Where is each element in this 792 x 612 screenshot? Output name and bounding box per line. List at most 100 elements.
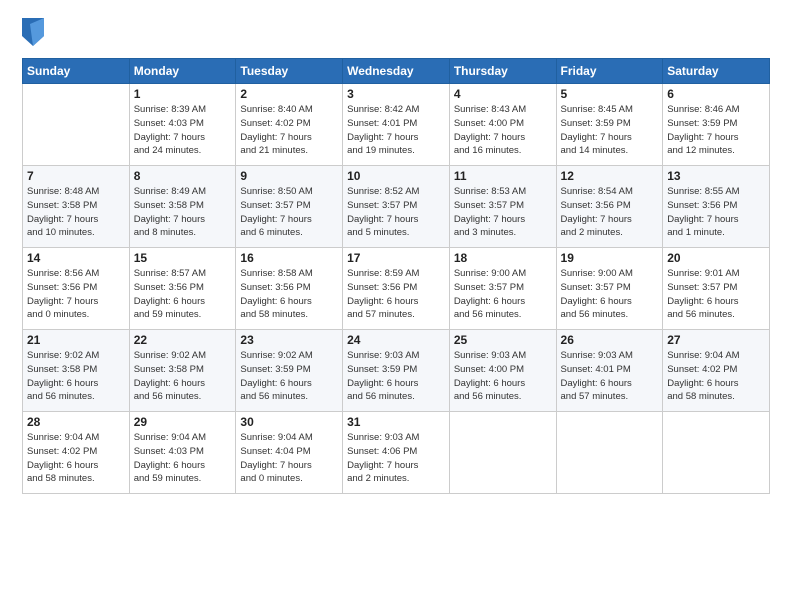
day-info: Sunrise: 9:04 AM Sunset: 4:02 PM Dayligh…	[27, 431, 125, 486]
calendar-cell: 30 Sunrise: 9:04 AM Sunset: 4:04 PM Dayli…	[236, 412, 343, 494]
day-number: 13	[667, 169, 765, 183]
week-row: 1 Sunrise: 8:39 AM Sunset: 4:03 PM Daylig…	[23, 84, 770, 166]
day-info: Sunrise: 9:03 AM Sunset: 4:00 PM Dayligh…	[454, 349, 552, 404]
weekday-header: Tuesday	[236, 59, 343, 84]
calendar-cell: 7 Sunrise: 8:48 AM Sunset: 3:58 PM Daylig…	[23, 166, 130, 248]
day-number: 30	[240, 415, 338, 429]
calendar-cell: 18 Sunrise: 9:00 AM Sunset: 3:57 PM Dayli…	[449, 248, 556, 330]
day-info: Sunrise: 9:04 AM Sunset: 4:04 PM Dayligh…	[240, 431, 338, 486]
day-number: 18	[454, 251, 552, 265]
calendar-cell: 8 Sunrise: 8:49 AM Sunset: 3:58 PM Daylig…	[129, 166, 236, 248]
day-number: 19	[561, 251, 659, 265]
day-info: Sunrise: 9:03 AM Sunset: 4:06 PM Dayligh…	[347, 431, 445, 486]
day-number: 20	[667, 251, 765, 265]
day-info: Sunrise: 9:02 AM Sunset: 3:58 PM Dayligh…	[134, 349, 232, 404]
weekday-header: Wednesday	[343, 59, 450, 84]
calendar-cell: 21 Sunrise: 9:02 AM Sunset: 3:58 PM Dayli…	[23, 330, 130, 412]
day-number: 23	[240, 333, 338, 347]
day-number: 4	[454, 87, 552, 101]
day-number: 8	[134, 169, 232, 183]
calendar-cell: 5 Sunrise: 8:45 AM Sunset: 3:59 PM Daylig…	[556, 84, 663, 166]
day-number: 29	[134, 415, 232, 429]
calendar-cell: 16 Sunrise: 8:58 AM Sunset: 3:56 PM Dayli…	[236, 248, 343, 330]
day-number: 24	[347, 333, 445, 347]
day-number: 2	[240, 87, 338, 101]
day-info: Sunrise: 8:54 AM Sunset: 3:56 PM Dayligh…	[561, 185, 659, 240]
calendar-cell: 19 Sunrise: 9:00 AM Sunset: 3:57 PM Dayli…	[556, 248, 663, 330]
day-info: Sunrise: 8:58 AM Sunset: 3:56 PM Dayligh…	[240, 267, 338, 322]
day-info: Sunrise: 8:56 AM Sunset: 3:56 PM Dayligh…	[27, 267, 125, 322]
day-number: 14	[27, 251, 125, 265]
calendar: SundayMondayTuesdayWednesdayThursdayFrid…	[22, 58, 770, 494]
day-number: 16	[240, 251, 338, 265]
calendar-cell: 12 Sunrise: 8:54 AM Sunset: 3:56 PM Dayli…	[556, 166, 663, 248]
weekday-header: Sunday	[23, 59, 130, 84]
day-number: 17	[347, 251, 445, 265]
calendar-cell: 24 Sunrise: 9:03 AM Sunset: 3:59 PM Dayli…	[343, 330, 450, 412]
calendar-cell: 25Sunrise: 9:03 AM Sunset: 4:00 PM Dayli…	[449, 330, 556, 412]
day-info: Sunrise: 8:55 AM Sunset: 3:56 PM Dayligh…	[667, 185, 765, 240]
week-row: 7 Sunrise: 8:48 AM Sunset: 3:58 PM Daylig…	[23, 166, 770, 248]
logo	[22, 18, 48, 46]
day-number: 9	[240, 169, 338, 183]
day-info: Sunrise: 8:43 AM Sunset: 4:00 PM Dayligh…	[454, 103, 552, 158]
day-info: Sunrise: 9:04 AM Sunset: 4:03 PM Dayligh…	[134, 431, 232, 486]
calendar-cell: 31 Sunrise: 9:03 AM Sunset: 4:06 PM Dayli…	[343, 412, 450, 494]
page: SundayMondayTuesdayWednesdayThursdayFrid…	[0, 0, 792, 612]
weekday-header: Friday	[556, 59, 663, 84]
day-number: 26	[561, 333, 659, 347]
day-number: 10	[347, 169, 445, 183]
calendar-cell: 29 Sunrise: 9:04 AM Sunset: 4:03 PM Dayli…	[129, 412, 236, 494]
weekday-header: Saturday	[663, 59, 770, 84]
day-number: 28	[27, 415, 125, 429]
day-info: Sunrise: 9:04 AM Sunset: 4:02 PM Dayligh…	[667, 349, 765, 404]
day-number: 12	[561, 169, 659, 183]
day-info: Sunrise: 9:01 AM Sunset: 3:57 PM Dayligh…	[667, 267, 765, 322]
day-info: Sunrise: 8:42 AM Sunset: 4:01 PM Dayligh…	[347, 103, 445, 158]
week-row: 14 Sunrise: 8:56 AM Sunset: 3:56 PM Dayli…	[23, 248, 770, 330]
logo-icon	[22, 18, 44, 46]
day-info: Sunrise: 8:46 AM Sunset: 3:59 PM Dayligh…	[667, 103, 765, 158]
day-number: 27	[667, 333, 765, 347]
calendar-cell: 4 Sunrise: 8:43 AM Sunset: 4:00 PM Daylig…	[449, 84, 556, 166]
day-number: 22	[134, 333, 232, 347]
calendar-cell: 11Sunrise: 8:53 AM Sunset: 3:57 PM Dayli…	[449, 166, 556, 248]
day-info: Sunrise: 8:39 AM Sunset: 4:03 PM Dayligh…	[134, 103, 232, 158]
day-info: Sunrise: 9:00 AM Sunset: 3:57 PM Dayligh…	[561, 267, 659, 322]
day-info: Sunrise: 9:03 AM Sunset: 3:59 PM Dayligh…	[347, 349, 445, 404]
day-info: Sunrise: 9:03 AM Sunset: 4:01 PM Dayligh…	[561, 349, 659, 404]
calendar-cell: 20 Sunrise: 9:01 AM Sunset: 3:57 PM Dayli…	[663, 248, 770, 330]
calendar-cell: 15Sunrise: 8:57 AM Sunset: 3:56 PM Dayli…	[129, 248, 236, 330]
day-info: Sunrise: 9:02 AM Sunset: 3:59 PM Dayligh…	[240, 349, 338, 404]
day-info: Sunrise: 9:02 AM Sunset: 3:58 PM Dayligh…	[27, 349, 125, 404]
day-number: 7	[27, 169, 125, 183]
weekday-header-row: SundayMondayTuesdayWednesdayThursdayFrid…	[23, 59, 770, 84]
day-info: Sunrise: 8:53 AM Sunset: 3:57 PM Dayligh…	[454, 185, 552, 240]
day-number: 3	[347, 87, 445, 101]
calendar-cell: 9Sunrise: 8:50 AM Sunset: 3:57 PM Daylig…	[236, 166, 343, 248]
day-number: 31	[347, 415, 445, 429]
weekday-header: Monday	[129, 59, 236, 84]
weekday-header: Thursday	[449, 59, 556, 84]
calendar-cell: 22 Sunrise: 9:02 AM Sunset: 3:58 PM Dayli…	[129, 330, 236, 412]
calendar-cell: 1 Sunrise: 8:39 AM Sunset: 4:03 PM Daylig…	[129, 84, 236, 166]
calendar-cell	[663, 412, 770, 494]
calendar-cell: 23 Sunrise: 9:02 AM Sunset: 3:59 PM Dayli…	[236, 330, 343, 412]
day-number: 5	[561, 87, 659, 101]
day-info: Sunrise: 8:59 AM Sunset: 3:56 PM Dayligh…	[347, 267, 445, 322]
day-info: Sunrise: 8:48 AM Sunset: 3:58 PM Dayligh…	[27, 185, 125, 240]
calendar-cell: 28 Sunrise: 9:04 AM Sunset: 4:02 PM Dayli…	[23, 412, 130, 494]
day-info: Sunrise: 8:49 AM Sunset: 3:58 PM Dayligh…	[134, 185, 232, 240]
calendar-cell: 6Sunrise: 8:46 AM Sunset: 3:59 PM Daylig…	[663, 84, 770, 166]
day-info: Sunrise: 9:00 AM Sunset: 3:57 PM Dayligh…	[454, 267, 552, 322]
calendar-cell	[23, 84, 130, 166]
day-number: 21	[27, 333, 125, 347]
day-number: 1	[134, 87, 232, 101]
calendar-cell: 27 Sunrise: 9:04 AM Sunset: 4:02 PM Dayli…	[663, 330, 770, 412]
day-info: Sunrise: 8:45 AM Sunset: 3:59 PM Dayligh…	[561, 103, 659, 158]
calendar-cell: 10Sunrise: 8:52 AM Sunset: 3:57 PM Dayli…	[343, 166, 450, 248]
calendar-cell: 3 Sunrise: 8:42 AM Sunset: 4:01 PM Daylig…	[343, 84, 450, 166]
day-info: Sunrise: 8:40 AM Sunset: 4:02 PM Dayligh…	[240, 103, 338, 158]
calendar-cell: 17 Sunrise: 8:59 AM Sunset: 3:56 PM Dayli…	[343, 248, 450, 330]
week-row: 28 Sunrise: 9:04 AM Sunset: 4:02 PM Dayli…	[23, 412, 770, 494]
